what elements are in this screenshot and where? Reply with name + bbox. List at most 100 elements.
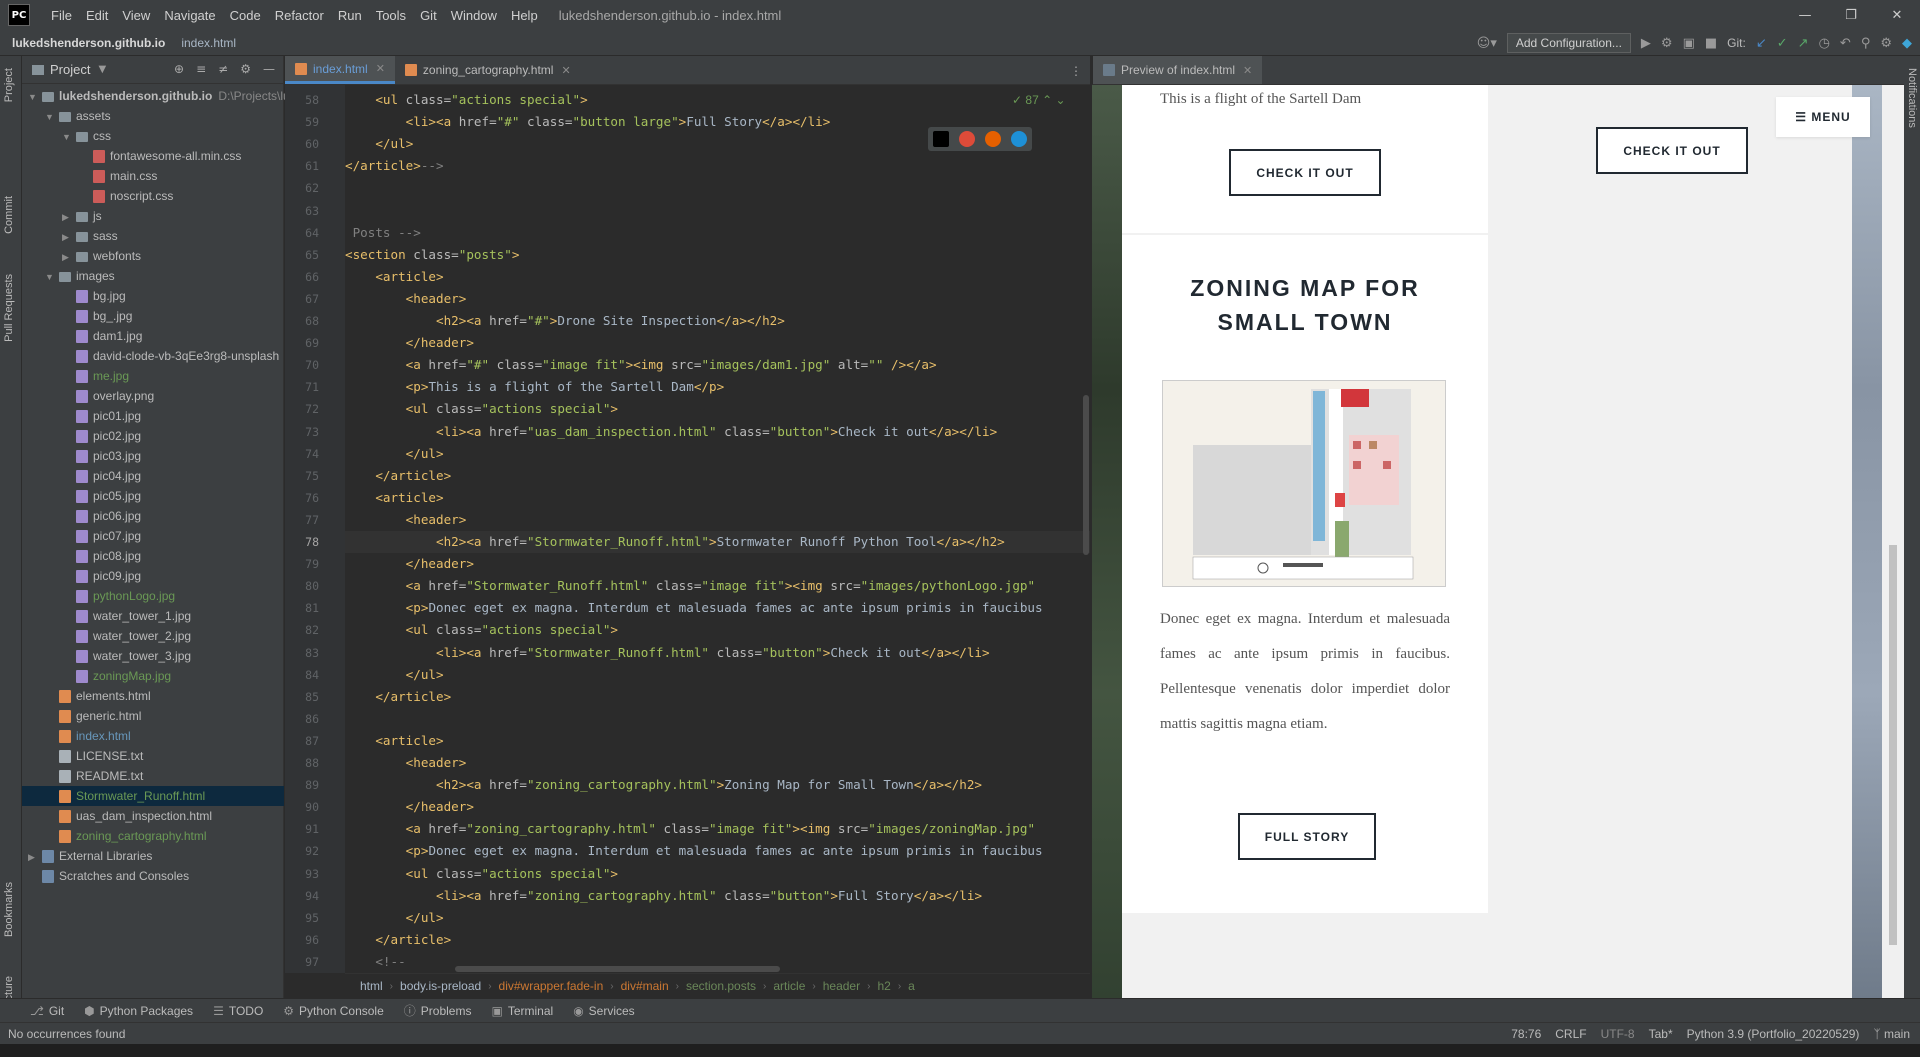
code-line[interactable]: <p>Donec eget ex magna. Interdum et male…: [345, 597, 1043, 619]
tree-item[interactable]: pic04.jpg: [22, 466, 284, 486]
minimize-icon[interactable]: —: [1782, 0, 1828, 30]
close-icon[interactable]: ✕: [376, 62, 385, 75]
tree-item[interactable]: pic05.jpg: [22, 486, 284, 506]
breadcrumb-project[interactable]: lukedshenderson.github.io: [12, 36, 165, 50]
code-line[interactable]: <ul class="actions special">: [345, 398, 618, 420]
more-tabs-icon[interactable]: ⋮: [1070, 64, 1082, 78]
menu-navigate[interactable]: Navigate: [157, 8, 222, 23]
preview-scrollbar[interactable]: [1882, 85, 1904, 998]
plugin-icon[interactable]: ◆: [1902, 36, 1912, 51]
code-line[interactable]: <ul class="actions special">: [345, 89, 587, 111]
code-line[interactable]: <article>: [345, 730, 443, 752]
tree-item[interactable]: bg_.jpg: [22, 306, 284, 326]
close-icon[interactable]: ✕: [561, 64, 570, 77]
tree-item[interactable]: bg.jpg: [22, 286, 284, 306]
code-line[interactable]: <header>: [345, 752, 467, 774]
debug-icon[interactable]: ⚙: [1661, 36, 1673, 51]
git-update-icon[interactable]: ↙: [1756, 36, 1767, 51]
check-it-out-button[interactable]: CHECK IT OUT: [1229, 149, 1381, 196]
git-branch[interactable]: ᛉ main: [1873, 1027, 1910, 1041]
pycharm-browser-icon[interactable]: [933, 131, 949, 147]
tree-item[interactable]: pic02.jpg: [22, 426, 284, 446]
tree-item[interactable]: pic01.jpg: [22, 406, 284, 426]
git-commit-icon[interactable]: ✓: [1777, 36, 1788, 51]
code-line[interactable]: <header>: [345, 509, 467, 531]
close-icon[interactable]: ✕: [1243, 64, 1252, 77]
code-line[interactable]: <p>Donec eget ex magna. Interdum et male…: [345, 840, 1043, 862]
full-story-button[interactable]: FULL STORY: [1238, 813, 1376, 860]
tree-item[interactable]: fontawesome-all.min.css: [22, 146, 284, 166]
code-line[interactable]: </article>-->: [345, 155, 444, 177]
settings-icon[interactable]: ⚙: [1880, 36, 1892, 51]
restore-icon[interactable]: ❐: [1828, 0, 1874, 30]
tool-window-services[interactable]: ◉ Services: [573, 1004, 635, 1018]
tree-item[interactable]: ▼ css: [22, 126, 284, 146]
edge-icon[interactable]: [1011, 131, 1027, 147]
code-line[interactable]: <header>: [345, 288, 467, 310]
code-line[interactable]: </article>: [345, 465, 451, 487]
project-tool-tab[interactable]: Project: [3, 68, 15, 102]
tree-item[interactable]: pic09.jpg: [22, 566, 284, 586]
tree-item[interactable]: uas_dam_inspection.html: [22, 806, 284, 826]
menu-view[interactable]: View: [115, 8, 157, 23]
code-line[interactable]: <p>This is a flight of the Sartell Dam</…: [345, 376, 724, 398]
tree-item[interactable]: pic07.jpg: [22, 526, 284, 546]
bookmarks-tool-tab[interactable]: Bookmarks: [3, 882, 15, 937]
tree-item[interactable]: pic08.jpg: [22, 546, 284, 566]
breadcrumb-item[interactable]: section.posts: [686, 979, 756, 993]
search-icon[interactable]: ⚲: [1861, 36, 1871, 51]
firefox-icon[interactable]: [985, 131, 1001, 147]
code-line[interactable]: <li><a href="Stormwater_Runoff.html" cla…: [345, 642, 990, 664]
tree-item[interactable]: pic03.jpg: [22, 446, 284, 466]
chevron-right-icon[interactable]: ▶: [62, 207, 76, 227]
expand-all-icon[interactable]: ≡: [196, 62, 206, 76]
close-icon[interactable]: ✕: [1874, 0, 1920, 30]
commit-tool-tab[interactable]: Commit: [3, 196, 15, 234]
user-icon[interactable]: ☺▾: [1477, 36, 1497, 51]
tool-window-terminal[interactable]: ▣ Terminal: [491, 1004, 553, 1018]
tree-item[interactable]: Stormwater_Runoff.html: [22, 786, 284, 806]
code-line[interactable]: <section class="posts">: [345, 244, 519, 266]
check-it-out-button-2[interactable]: CHECK IT OUT: [1596, 127, 1748, 174]
menu-help[interactable]: Help: [504, 8, 545, 23]
add-configuration-button[interactable]: Add Configuration...: [1506, 33, 1631, 53]
rollback-icon[interactable]: ↶: [1840, 36, 1851, 51]
preview-scrollbar-thumb[interactable]: [1889, 545, 1897, 945]
git-push-icon[interactable]: ↗: [1798, 36, 1809, 51]
breadcrumb-item[interactable]: html: [360, 979, 383, 993]
chrome-icon[interactable]: [959, 131, 975, 147]
code-line[interactable]: <li><a href="zoning_cartography.html" cl…: [345, 885, 982, 907]
run-icon[interactable]: ▶: [1641, 36, 1651, 51]
project-panel-title[interactable]: Project: [50, 62, 90, 77]
breadcrumb-item[interactable]: h2: [877, 979, 890, 993]
tree-item[interactable]: ▶ sass: [22, 226, 284, 246]
code-line[interactable]: </header>: [345, 796, 474, 818]
menu-git[interactable]: Git: [413, 8, 444, 23]
tree-item[interactable]: water_tower_1.jpg: [22, 606, 284, 626]
code-line[interactable]: </article>: [345, 686, 451, 708]
menu-code[interactable]: Code: [223, 8, 268, 23]
code-line[interactable]: </ul>: [345, 133, 413, 155]
locate-icon[interactable]: ⊕: [174, 62, 184, 76]
code-line[interactable]: Posts -->: [345, 222, 421, 244]
tree-item[interactable]: noscript.css: [22, 186, 284, 206]
code-line[interactable]: <article>: [345, 487, 443, 509]
menu-file[interactable]: File: [44, 8, 79, 23]
editor-vertical-scrollbar[interactable]: [1083, 395, 1089, 555]
tab-preview[interactable]: Preview of index.html ✕: [1093, 56, 1263, 84]
chevron-down-icon[interactable]: ▼: [98, 64, 106, 75]
tree-item[interactable]: ▼ images: [22, 266, 284, 286]
pull-requests-tool-tab[interactable]: Pull Requests: [3, 274, 15, 342]
collapse-all-icon[interactable]: ≠: [218, 62, 228, 76]
tree-item[interactable]: zoningMap.jpg: [22, 666, 284, 686]
tree-item[interactable]: pythonLogo.jpg: [22, 586, 284, 606]
code-line[interactable]: </header>: [345, 332, 474, 354]
tree-item[interactable]: me.jpg: [22, 366, 284, 386]
code-line[interactable]: </header>: [345, 553, 474, 575]
breadcrumb-item[interactable]: article: [773, 979, 805, 993]
python-interpreter[interactable]: Python 3.9 (Portfolio_20220529): [1687, 1027, 1860, 1041]
gear-icon[interactable]: ⚙: [240, 62, 251, 76]
tab-index-html[interactable]: index.html ✕: [285, 56, 395, 84]
tree-item[interactable]: overlay.png: [22, 386, 284, 406]
tree-item[interactable]: generic.html: [22, 706, 284, 726]
